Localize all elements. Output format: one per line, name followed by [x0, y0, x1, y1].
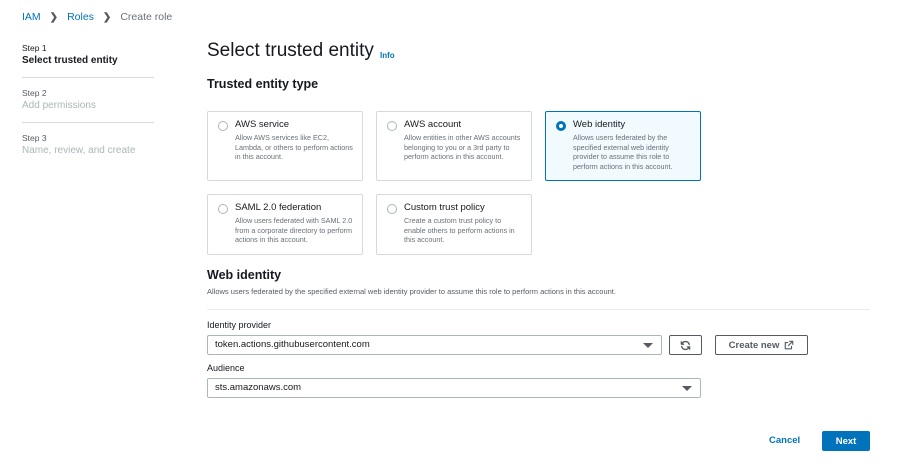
tile-aws-account[interactable]: AWS account Allow entities in other AWS … — [376, 111, 532, 181]
tile-title: AWS account — [404, 119, 462, 130]
cancel-button[interactable]: Cancel — [769, 435, 800, 446]
step-title: Add permissions — [22, 100, 96, 111]
external-link-icon — [785, 340, 794, 350]
step-title: Name, review, and create — [22, 145, 136, 156]
breadcrumb-current: Create role — [120, 11, 173, 23]
chevron-right-icon: ❯ — [102, 11, 112, 23]
tile-web-identity[interactable]: Web identity Allows users federated by t… — [545, 111, 701, 181]
chevron-right-icon: ❯ — [49, 11, 59, 23]
tile-aws-service[interactable]: AWS service Allow AWS services like EC2,… — [207, 111, 363, 181]
step-number: Step 3 — [22, 133, 47, 143]
refresh-button[interactable] — [669, 335, 702, 355]
tile-title: Custom trust policy — [404, 202, 485, 213]
wizard-step-1: Step 1 Select trusted entity — [22, 42, 154, 78]
tile-saml-federation[interactable]: SAML 2.0 federation Allow users federate… — [207, 194, 363, 255]
identity-provider-select[interactable]: token.actions.githubusercontent.com — [207, 335, 662, 355]
breadcrumb: IAM ❯ Roles ❯ Create role — [22, 11, 172, 23]
tile-description: Allows users federated by the specified … — [573, 133, 673, 171]
caret-down-icon — [643, 343, 653, 348]
audience-value: sts.amazonaws.com — [215, 382, 302, 393]
page-title: Select trusted entity — [207, 40, 374, 61]
radio-aws-account[interactable] — [387, 121, 397, 131]
tile-description: Allow entities in other AWS accounts bel… — [404, 133, 521, 161]
create-new-button[interactable]: Create new — [715, 335, 808, 355]
info-link[interactable]: Info — [380, 51, 395, 60]
trusted-entity-type-heading: Trusted entity type — [207, 77, 319, 91]
identity-provider-value: token.actions.githubusercontent.com — [215, 339, 370, 350]
tile-title: SAML 2.0 federation — [235, 202, 322, 213]
tile-title: AWS service — [235, 119, 290, 130]
breadcrumb-roles-link[interactable]: Roles — [67, 11, 94, 23]
wizard-steps: Step 1 Select trusted entity Step 2 Add … — [22, 42, 154, 176]
tile-title: Web identity — [573, 119, 626, 130]
step-number: Step 2 — [22, 88, 47, 98]
identity-provider-label: Identity provider — [207, 320, 272, 330]
caret-down-icon — [682, 386, 692, 391]
create-new-label: Create new — [728, 339, 780, 351]
web-identity-description: Allows users federated by the specified … — [207, 287, 616, 296]
refresh-icon — [680, 340, 691, 350]
radio-saml-federation[interactable] — [218, 204, 228, 214]
tile-description: Create a custom trust policy to enable o… — [404, 216, 515, 244]
step-number: Step 1 — [22, 43, 47, 53]
wizard-step-2: Step 2 Add permissions — [22, 87, 154, 123]
audience-label: Audience — [207, 363, 245, 373]
web-identity-heading: Web identity — [207, 268, 282, 282]
radio-custom-trust-policy[interactable] — [387, 204, 397, 214]
tile-description: Allow AWS services like EC2, Lambda, or … — [235, 133, 353, 161]
tile-description: Allow users federated with SAML 2.0 from… — [235, 216, 353, 244]
step-title: Select trusted entity — [22, 55, 118, 66]
divider — [207, 309, 870, 310]
next-button[interactable]: Next — [822, 431, 870, 451]
audience-select[interactable]: sts.amazonaws.com — [207, 378, 701, 398]
radio-web-identity[interactable] — [556, 121, 566, 131]
wizard-step-3: Step 3 Name, review, and create — [22, 132, 154, 167]
radio-aws-service[interactable] — [218, 121, 228, 131]
breadcrumb-iam-link[interactable]: IAM — [22, 11, 41, 23]
tile-custom-trust-policy[interactable]: Custom trust policy Create a custom trus… — [376, 194, 532, 255]
